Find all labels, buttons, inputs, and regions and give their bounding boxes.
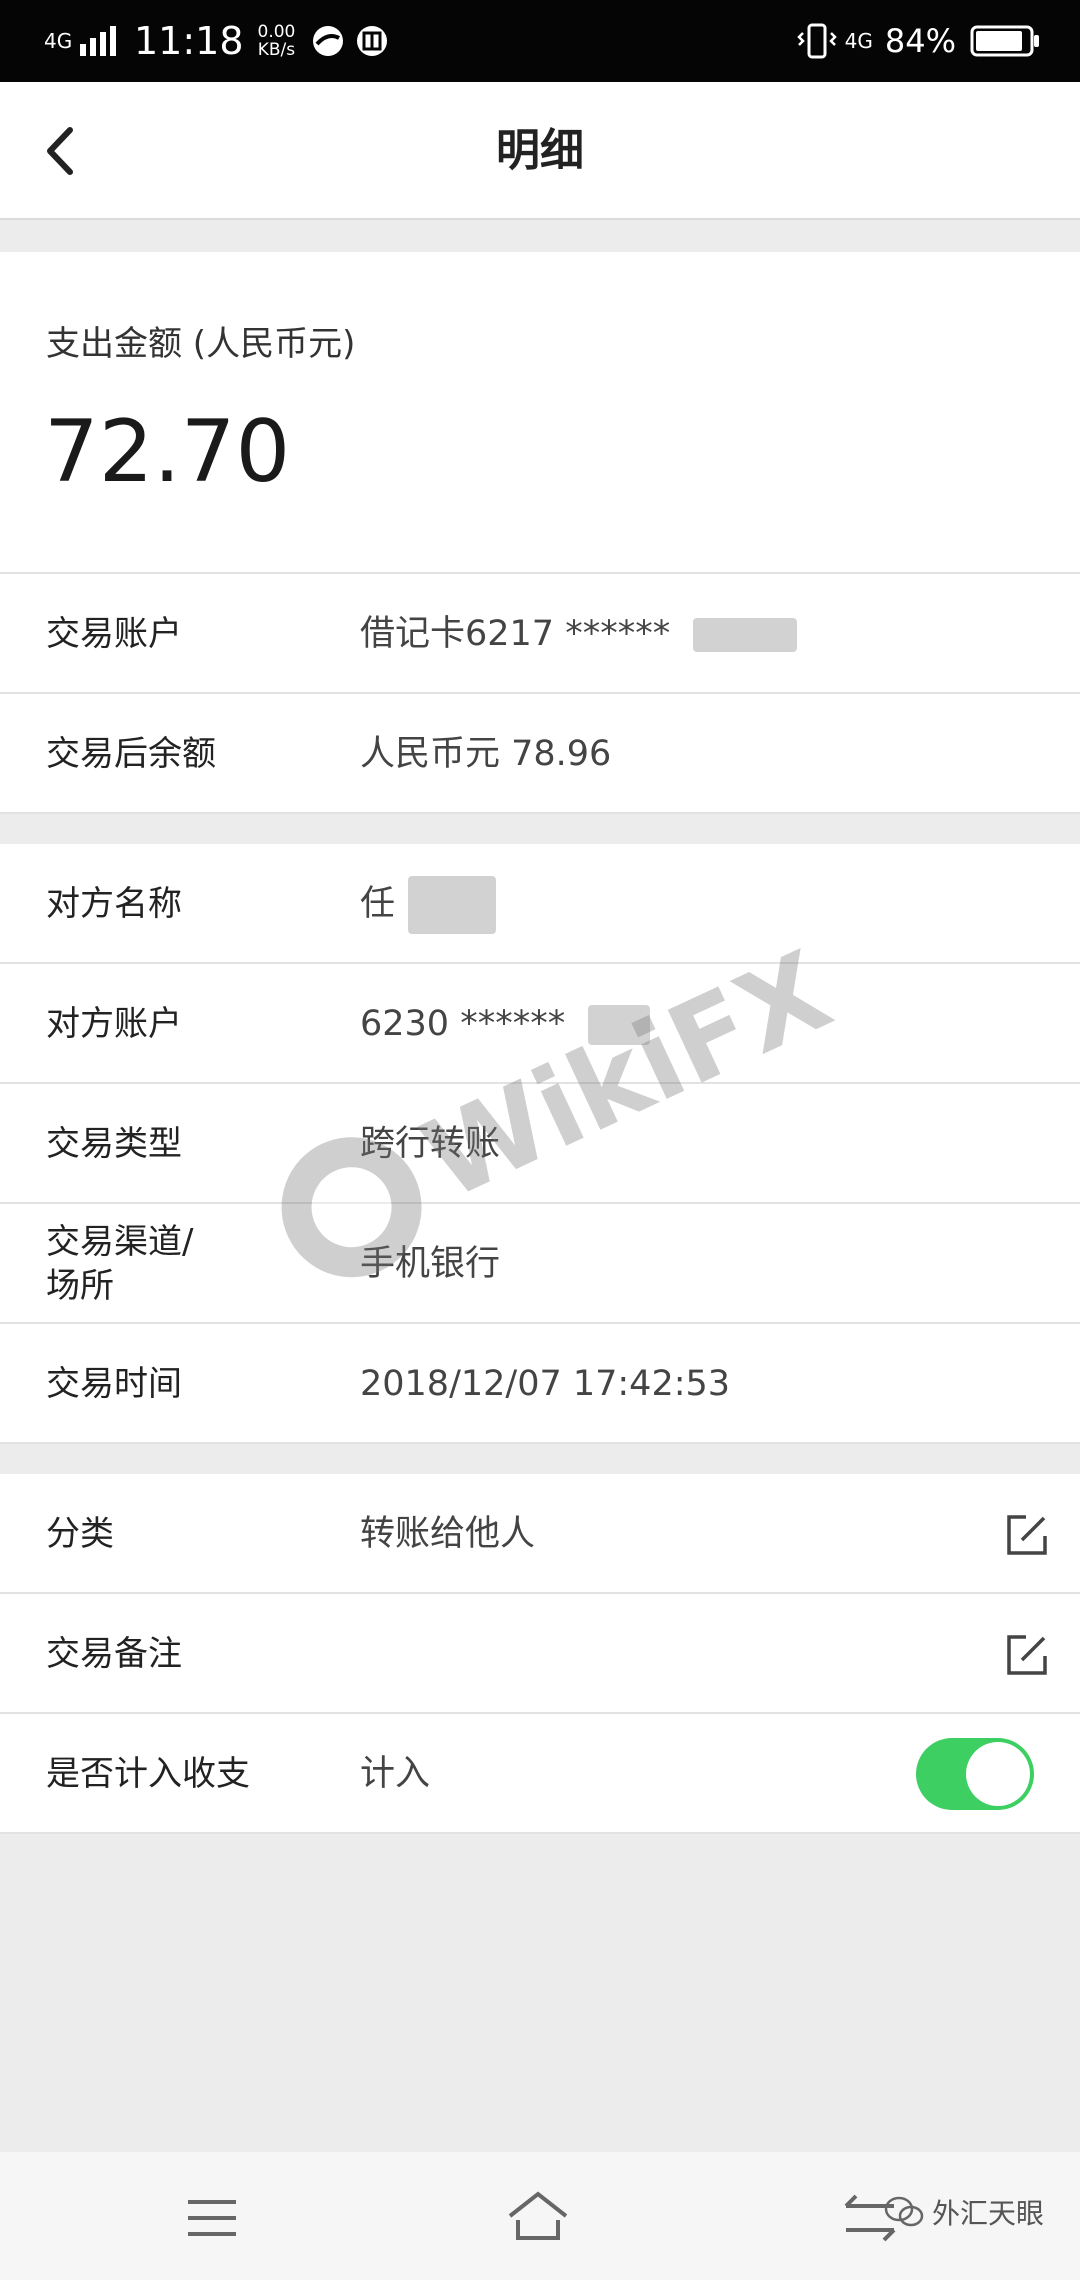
- row-label: 交易账户: [46, 614, 182, 654]
- menu-icon[interactable]: [180, 2186, 244, 2250]
- row-label: 是否计入收支: [46, 1754, 250, 1794]
- row-transaction-account: 交易账户 借记卡6217 ******: [0, 574, 1080, 694]
- row-value: 6230 ******: [360, 964, 651, 1084]
- network-indicator-right: 4G: [844, 29, 873, 53]
- row-label: 对方账户: [46, 1004, 182, 1044]
- row-include-in-budget: 是否计入收支 计入: [0, 1714, 1080, 1834]
- wechat-icon: [884, 2196, 924, 2227]
- bank-notification-icon: [357, 26, 388, 56]
- account-group: 交易账户 借记卡6217 ****** 交易后余额 人民币元 78.96: [0, 574, 1080, 814]
- account-number: 借记卡6217 ******: [360, 614, 671, 654]
- brand-text: 外汇天眼: [931, 2197, 1044, 2230]
- redacted-block: [693, 618, 798, 652]
- row-transaction-channel: 交易渠道/ 场所 手机银行: [0, 1204, 1080, 1324]
- row-transaction-type: 交易类型 跨行转账: [0, 1084, 1080, 1204]
- toggle-knob: [966, 1742, 1030, 1806]
- row-label: 分类: [46, 1514, 114, 1554]
- redacted-block: [588, 1005, 651, 1045]
- row-label: 对方名称: [46, 884, 182, 924]
- row-balance-after: 交易后余额 人民币元 78.96: [0, 694, 1080, 814]
- status-left: 4G 11:18 0.00 KB/s: [44, 16, 389, 66]
- status-right: 4G 84%: [796, 16, 1040, 66]
- amount-label: 支出金额 (人民币元): [46, 324, 356, 364]
- app-notification-icon: [313, 26, 344, 56]
- row-value: 任: [360, 844, 497, 964]
- row-value: 手机银行: [360, 1244, 501, 1284]
- page-title: 明细: [496, 125, 584, 176]
- system-navigation-bar: 外汇天眼: [0, 2152, 1080, 2280]
- redacted-block: [408, 876, 497, 934]
- vibrate-icon: [796, 23, 837, 59]
- home-icon[interactable]: [506, 2186, 570, 2250]
- network-speed: 0.00 KB/s: [258, 23, 296, 59]
- wechat-watermark: 外汇天眼: [884, 2192, 1044, 2232]
- speed-value: 0.00: [257, 22, 296, 42]
- battery-icon: [970, 25, 1039, 57]
- row-counterparty-name: 对方名称 任: [0, 844, 1080, 964]
- network-indicator: 4G: [44, 29, 73, 53]
- battery-percent: 84%: [884, 22, 956, 60]
- row-value: 人民币元 78.96: [360, 734, 612, 774]
- edit-icon[interactable]: [1004, 1632, 1050, 1678]
- amount-card: 支出金额 (人民币元) 72.70: [0, 252, 1080, 574]
- include-toggle[interactable]: [916, 1738, 1034, 1810]
- signal-icon: [80, 26, 116, 56]
- status-bar: 4G 11:18 0.00 KB/s 4G 84%: [0, 0, 1080, 82]
- row-transaction-note[interactable]: 交易备注: [0, 1594, 1080, 1714]
- row-label: 交易备注: [46, 1634, 182, 1674]
- amount-value: 72.70: [44, 402, 291, 502]
- row-transaction-time: 交易时间 2018/12/07 17:42:53: [0, 1324, 1080, 1444]
- row-value: 2018/12/07 17:42:53: [360, 1364, 731, 1404]
- counterparty-account: 6230 ******: [360, 1004, 566, 1044]
- counterparty-name: 任: [360, 884, 396, 924]
- row-category[interactable]: 分类 转账给他人: [0, 1474, 1080, 1594]
- settings-group: 分类 转账给他人 交易备注 是否计入收支 计入: [0, 1474, 1080, 1834]
- details-group: 对方名称 任 对方账户 6230 ****** 交易类型 跨行转账 交易渠道/ …: [0, 844, 1080, 1444]
- row-label: 交易类型: [46, 1124, 182, 1164]
- clock: 11:18: [134, 19, 244, 63]
- row-value: 借记卡6217 ******: [360, 574, 798, 694]
- edit-icon[interactable]: [1004, 1512, 1050, 1558]
- speed-unit: KB/s: [257, 40, 296, 60]
- row-value: 跨行转账: [360, 1124, 501, 1164]
- row-counterparty-account: 对方账户 6230 ******: [0, 964, 1080, 1084]
- navigation-bar: 明细: [0, 82, 1080, 220]
- row-label: 交易时间: [46, 1364, 182, 1404]
- row-value: 计入: [360, 1754, 431, 1794]
- row-value: 转账给他人: [360, 1514, 536, 1554]
- row-label: 交易渠道/ 场所: [46, 1222, 194, 1306]
- row-label: 交易后余额: [46, 734, 216, 774]
